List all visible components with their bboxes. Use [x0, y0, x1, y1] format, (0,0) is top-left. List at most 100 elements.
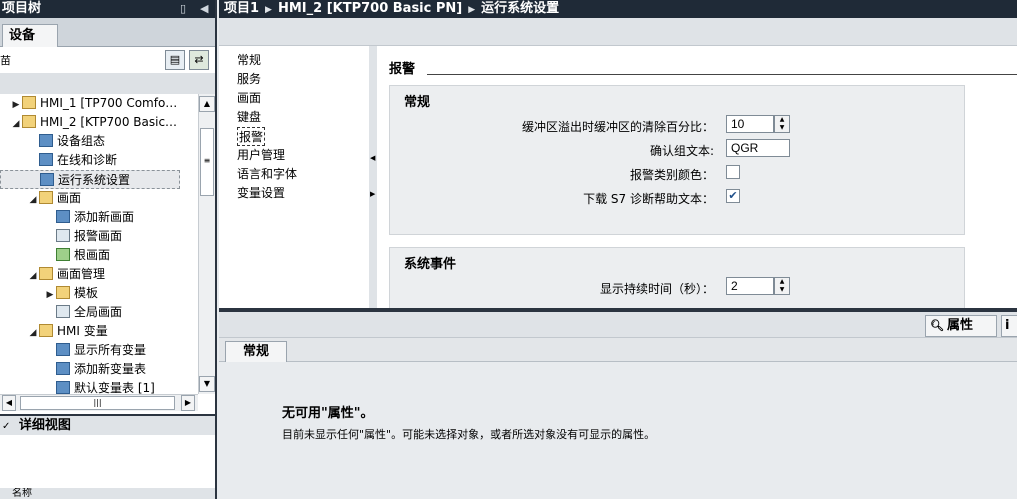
- nav-item[interactable]: 键盘: [237, 108, 261, 127]
- display-duration-spinner[interactable]: ▲ ▼: [774, 277, 790, 295]
- global-screen-icon: [56, 305, 70, 318]
- breadcrumb-project[interactable]: 项目1: [224, 1, 259, 16]
- system-events-title: 系统事件: [404, 257, 457, 272]
- add-tag-table-icon: [56, 362, 70, 375]
- tree-item[interactable]: 显示所有变量: [44, 341, 146, 360]
- class-color-checkbox[interactable]: [726, 165, 740, 179]
- tree-item[interactable]: 运行系统设置: [0, 170, 180, 189]
- breadcrumb-device[interactable]: HMI_2 [KTP700 Basic PN]: [278, 1, 462, 16]
- folder-icon: [22, 115, 36, 128]
- tree-item-label: 显示所有变量: [74, 343, 147, 357]
- folder-icon: [39, 191, 53, 204]
- tree-item[interactable]: 默认变量表 [1]: [44, 379, 155, 394]
- root-screen-icon: [56, 248, 70, 261]
- tree-item-label: 设备组态: [57, 134, 106, 148]
- tree-item[interactable]: 全局画面: [44, 303, 122, 322]
- detail-view-header[interactable]: ✓ 详细视图: [0, 414, 215, 435]
- s7-help-label: 下载 S7 诊断帮助文本：: [583, 192, 714, 206]
- screen-icon: [56, 229, 70, 242]
- info-icon: i: [1005, 318, 1010, 333]
- detail-view-title: 详细视图: [18, 418, 71, 433]
- pin-icon[interactable]: ▯: [180, 0, 186, 18]
- tree-vertical-scrollbar[interactable]: ▲ ≡ ▼: [198, 94, 215, 394]
- project-tree-title-text: 项目树: [2, 1, 42, 16]
- expand-nav-icon[interactable]: ▶: [370, 190, 375, 198]
- spin-down-icon[interactable]: ▼: [775, 124, 789, 132]
- subtab-general[interactable]: 常规: [225, 341, 287, 363]
- detail-column-header[interactable]: 名称: [0, 488, 215, 499]
- spin-up-icon[interactable]: ▲: [775, 116, 789, 124]
- tree-item[interactable]: ◢ HMI 变量: [27, 322, 108, 341]
- nav-splitter[interactable]: ◀ ▶: [369, 46, 377, 308]
- tab-properties[interactable]: 🔍︎ 属性: [925, 315, 997, 337]
- scroll-up-icon[interactable]: ▲: [199, 96, 215, 112]
- tree-horizontal-scrollbar[interactable]: ◀ ||| ▶: [0, 394, 198, 411]
- display-duration-input[interactable]: 2: [726, 277, 774, 295]
- collapse-left-icon[interactable]: ◀: [200, 0, 208, 18]
- tree-item-label: 默认变量表 [1]: [74, 381, 155, 394]
- tree-item[interactable]: 在线和诊断: [27, 151, 117, 170]
- breadcrumb-page[interactable]: 运行系统设置: [481, 1, 559, 16]
- runtime-settings-icon: [40, 173, 54, 186]
- collapse-arrow-icon[interactable]: ◢: [27, 324, 39, 343]
- folder-icon: [39, 324, 53, 337]
- tree-item[interactable]: 添加新变量表: [44, 360, 146, 379]
- display-duration-label: 显示持续时间（秒）：: [599, 282, 714, 296]
- system-events-group: 系统事件 显示持续时间（秒）： 2 ▲ ▼: [389, 247, 965, 308]
- spin-down-icon[interactable]: ▼: [775, 286, 789, 294]
- buffer-percent-spinner[interactable]: ▲ ▼: [774, 115, 790, 133]
- inspector-subtabs: 常规: [219, 338, 1017, 363]
- tree-item[interactable]: 报警画面: [44, 227, 122, 246]
- breadcrumb: 项目1 ▶ HMI_2 [KTP700 Basic PN] ▶ 运行系统设置: [219, 0, 1017, 18]
- h-scroll-thumb[interactable]: |||: [20, 396, 175, 410]
- list-view-icon[interactable]: ▤: [165, 50, 185, 70]
- tree-item[interactable]: 添加新画面: [44, 208, 134, 227]
- chevron-down-icon[interactable]: ✓: [2, 421, 10, 432]
- tree-item[interactable]: ◢ 画面: [27, 189, 81, 208]
- nav-item[interactable]: 常规: [237, 51, 261, 70]
- scroll-down-icon[interactable]: ▼: [199, 376, 215, 392]
- tree-toolbar: 苗 ▤ ⇄: [0, 47, 215, 73]
- refresh-tree-icon[interactable]: ⇄: [189, 50, 209, 70]
- tree-item-label: 报警画面: [74, 229, 123, 243]
- tree-item[interactable]: ◢ HMI_2 [KTP700 Basic…: [10, 113, 177, 132]
- tree-item-label: 全局画面: [74, 305, 123, 319]
- nav-item[interactable]: 报警: [237, 127, 266, 146]
- section-title: 报警: [389, 62, 416, 77]
- tree-item[interactable]: 设备组态: [27, 132, 105, 151]
- collapse-arrow-icon[interactable]: ◢: [27, 267, 39, 286]
- nav-item[interactable]: 变量设置: [237, 184, 285, 203]
- tree-item-label: 添加新变量表: [74, 362, 147, 376]
- breadcrumb-arrow-icon: ▶: [468, 5, 476, 15]
- scroll-thumb[interactable]: ≡: [200, 128, 214, 196]
- project-tree-title: 项目树 ▯ ◀: [0, 0, 215, 18]
- tree-item[interactable]: ◢ 画面管理: [27, 265, 105, 284]
- tree-item[interactable]: ▶ 模板: [44, 284, 98, 303]
- tree-item[interactable]: 根画面: [44, 246, 110, 265]
- spin-up-icon[interactable]: ▲: [775, 278, 789, 286]
- tree-item-label: 运行系统设置: [58, 173, 131, 187]
- tab-info[interactable]: i: [1001, 315, 1017, 337]
- tab-devices[interactable]: 设备: [2, 24, 58, 47]
- nav-item[interactable]: 服务: [237, 70, 261, 89]
- nav-item[interactable]: 语言和字体: [237, 165, 297, 184]
- tree-item-label: 画面: [57, 191, 82, 205]
- scroll-left-icon[interactable]: ◀: [2, 395, 16, 411]
- project-tree: ▶ HMI_1 [TP700 Comfo… ◢ HMI_2 [KTP700 Basic…: [0, 94, 198, 394]
- add-screen-icon: [56, 210, 70, 223]
- tree-item[interactable]: ▶ HMI_1 [TP700 Comfo…: [10, 94, 177, 113]
- settings-content: 报警 常规 缓冲区溢出时缓冲区的清除百分比： 10 ▲ ▼ 确认组文本: QGR …: [377, 46, 1017, 308]
- collapse-arrow-icon[interactable]: ◢: [27, 191, 39, 210]
- buffer-percent-input[interactable]: 10: [726, 115, 774, 133]
- tree-item-label: 画面管理: [57, 267, 106, 281]
- section-divider: [427, 74, 1017, 75]
- collapse-nav-icon[interactable]: ◀: [370, 154, 375, 162]
- buffer-percent-label: 缓冲区溢出时缓冲区的清除百分比：: [521, 120, 714, 134]
- nav-item[interactable]: 画面: [237, 89, 261, 108]
- breadcrumb-arrow-icon: ▶: [265, 5, 272, 15]
- scroll-right-icon[interactable]: ▶: [181, 395, 195, 411]
- nav-item[interactable]: 用户管理: [237, 146, 285, 165]
- ack-text-input[interactable]: QGR: [726, 139, 790, 157]
- collapse-arrow-icon[interactable]: ◢: [10, 115, 22, 134]
- s7-help-checkbox[interactable]: ✔: [726, 189, 740, 203]
